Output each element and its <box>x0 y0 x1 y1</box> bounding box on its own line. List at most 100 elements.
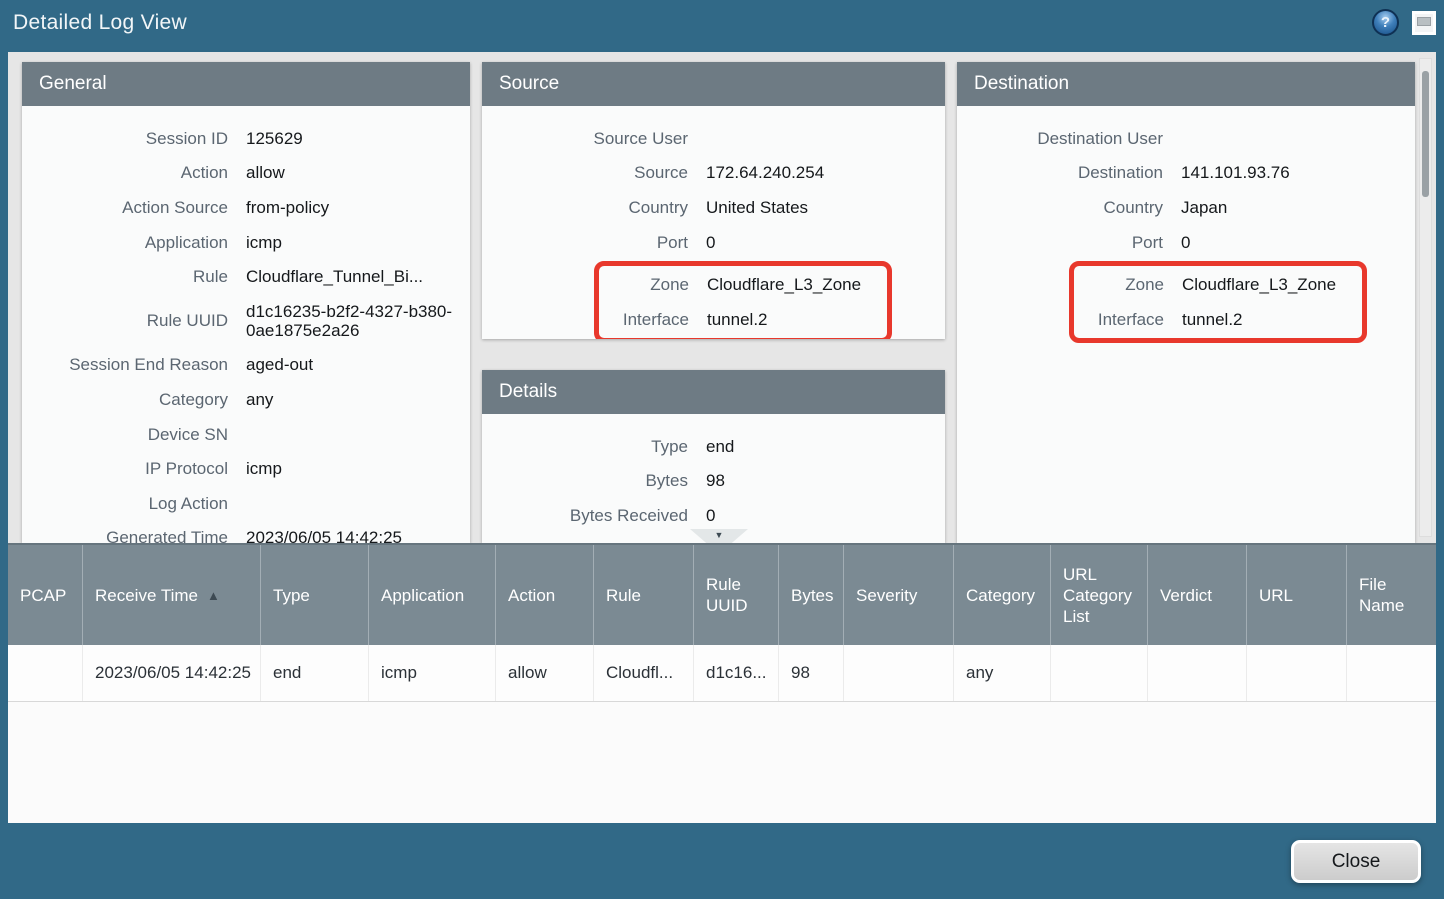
column-header-label: File Name <box>1359 574 1419 616</box>
source-panel-header: Source <box>482 62 945 106</box>
dialog-titlebar: Detailed Log View ? <box>0 0 1444 45</box>
field-row: Country United States <box>482 190 945 225</box>
column-header[interactable]: PCAP <box>8 545 83 645</box>
field-label: Action <box>22 156 228 191</box>
table-cell-value: 2023/06/05 14:42:25 <box>95 663 251 683</box>
column-header[interactable]: Type <box>261 545 369 645</box>
field-row: Generated Time 2023/06/05 14:42:25 <box>22 521 470 543</box>
field-row: Action Source from-policy <box>22 190 470 225</box>
general-panel-header: General <box>22 62 470 106</box>
column-header-label: Verdict <box>1160 585 1212 606</box>
column-header[interactable]: Action <box>496 545 594 645</box>
field-value: 0 <box>706 225 715 260</box>
field-row: Interface tunnel.2 <box>599 302 887 337</box>
field-value: icmp <box>246 225 282 260</box>
destination-panel: Destination Destination User Destination… <box>957 62 1415 543</box>
field-value: 98 <box>706 464 725 499</box>
general-panel-title: General <box>39 73 107 94</box>
column-header-label: Category <box>966 585 1035 606</box>
column-header[interactable]: Category <box>954 545 1051 645</box>
table-cell: Cloudfl... <box>594 645 694 701</box>
table-cell-value: 98 <box>791 663 810 683</box>
field-value: Japan <box>1181 190 1227 225</box>
help-icon[interactable]: ? <box>1372 9 1399 36</box>
field-row: Bytes 98 <box>482 464 945 499</box>
field-value: United States <box>706 190 808 225</box>
close-button[interactable]: Close <box>1291 840 1421 883</box>
field-row: IP Protocol icmp <box>22 451 470 486</box>
sort-ascending-icon: ▲ <box>207 585 220 606</box>
field-row: Device SN <box>22 417 470 452</box>
column-header[interactable]: Severity <box>844 545 954 645</box>
table-cell-value: end <box>273 663 301 683</box>
table-cell <box>844 645 954 701</box>
column-header[interactable]: Bytes <box>779 545 844 645</box>
general-panel: General Session ID 125629 Action allow A… <box>22 62 470 543</box>
field-label: Rule UUID <box>22 303 228 338</box>
field-row: Port 0 <box>957 225 1415 260</box>
field-label: Application <box>22 225 228 260</box>
field-value: 172.64.240.254 <box>706 156 824 191</box>
column-header-label: Rule <box>606 585 641 606</box>
column-header[interactable]: Rule <box>594 545 694 645</box>
field-row: Destination User <box>957 121 1415 156</box>
vertical-scrollbar[interactable] <box>1419 58 1432 537</box>
column-header[interactable]: File Name <box>1347 545 1436 645</box>
column-header-label: Action <box>508 585 555 606</box>
table-cell: icmp <box>369 645 496 701</box>
details-panel-title: Details <box>499 381 557 402</box>
field-value: Cloudflare_Tunnel_Bi... <box>246 259 423 294</box>
column-header[interactable]: Application <box>369 545 496 645</box>
field-label: Country <box>482 190 688 225</box>
column-header[interactable]: URL Category List <box>1051 545 1148 645</box>
field-label: Log Action <box>22 486 228 521</box>
dialog-title: Detailed Log View <box>13 0 1444 45</box>
field-value: 0 <box>1181 225 1190 260</box>
field-row: Zone Cloudflare_L3_Zone <box>599 267 887 302</box>
table-cell-value: Cloudfl... <box>606 663 673 683</box>
table-cell <box>1247 645 1347 701</box>
field-label: Rule <box>22 259 228 294</box>
field-value: Cloudflare_L3_Zone <box>707 267 861 302</box>
column-header[interactable]: Verdict <box>1148 545 1247 645</box>
field-label: Bytes Received <box>482 498 688 533</box>
column-header[interactable]: URL <box>1247 545 1347 645</box>
field-value: aged-out <box>246 348 313 383</box>
field-row: Rule UUID d1c16235-b2f2-4327-b380-0ae187… <box>22 294 470 348</box>
field-value: 0 <box>706 498 715 533</box>
field-label: Country <box>957 190 1163 225</box>
field-value: Cloudflare_L3_Zone <box>1182 267 1336 302</box>
field-row: Zone Cloudflare_L3_Zone <box>1074 267 1362 302</box>
window-icon[interactable] <box>1412 11 1436 35</box>
field-label: Port <box>482 225 688 260</box>
field-row: Rule Cloudflare_Tunnel_Bi... <box>22 259 470 294</box>
field-label: IP Protocol <box>22 451 228 486</box>
field-row: Log Action <box>22 486 470 521</box>
field-row: Country Japan <box>957 190 1415 225</box>
table-cell-value: any <box>966 663 993 683</box>
scrollbar-thumb[interactable] <box>1422 71 1429 197</box>
column-header[interactable]: Receive Time ▲ <box>83 545 261 645</box>
details-panel-body: Type end Bytes 98 Bytes Received 0 <box>482 414 945 533</box>
field-label: Interface <box>599 302 689 337</box>
field-label: Generated Time <box>22 521 228 543</box>
source-panel: Source Source User Source 172.64.240.254 <box>482 62 945 339</box>
field-row: Application icmp <box>22 225 470 260</box>
column-header[interactable]: Rule UUID <box>694 545 779 645</box>
source-panel-body: Source User Source 172.64.240.254 Countr… <box>482 106 945 339</box>
field-row: Session ID 125629 <box>22 121 470 156</box>
field-row: Session End Reason aged-out <box>22 348 470 383</box>
field-value: d1c16235-b2f2-4327-b380-0ae1875e2a26 <box>246 294 470 348</box>
table-cell <box>1347 645 1436 701</box>
field-label: Zone <box>599 267 689 302</box>
column-header-label: PCAP <box>20 585 66 606</box>
table-cell <box>1051 645 1148 701</box>
details-panel: Details Type end Bytes 98 Bytes Received… <box>482 370 945 543</box>
field-row: Destination 141.101.93.76 <box>957 156 1415 191</box>
log-table-section: ▼ PCAP Receive Time ▲ Type Application <box>8 543 1436 823</box>
column-header-label: Bytes <box>791 585 834 606</box>
field-value: tunnel.2 <box>1182 302 1243 337</box>
table-row[interactable]: 2023/06/05 14:42:25 end icmp allow Cloud… <box>8 645 1436 702</box>
field-label: Zone <box>1074 267 1164 302</box>
field-value: end <box>706 429 734 464</box>
